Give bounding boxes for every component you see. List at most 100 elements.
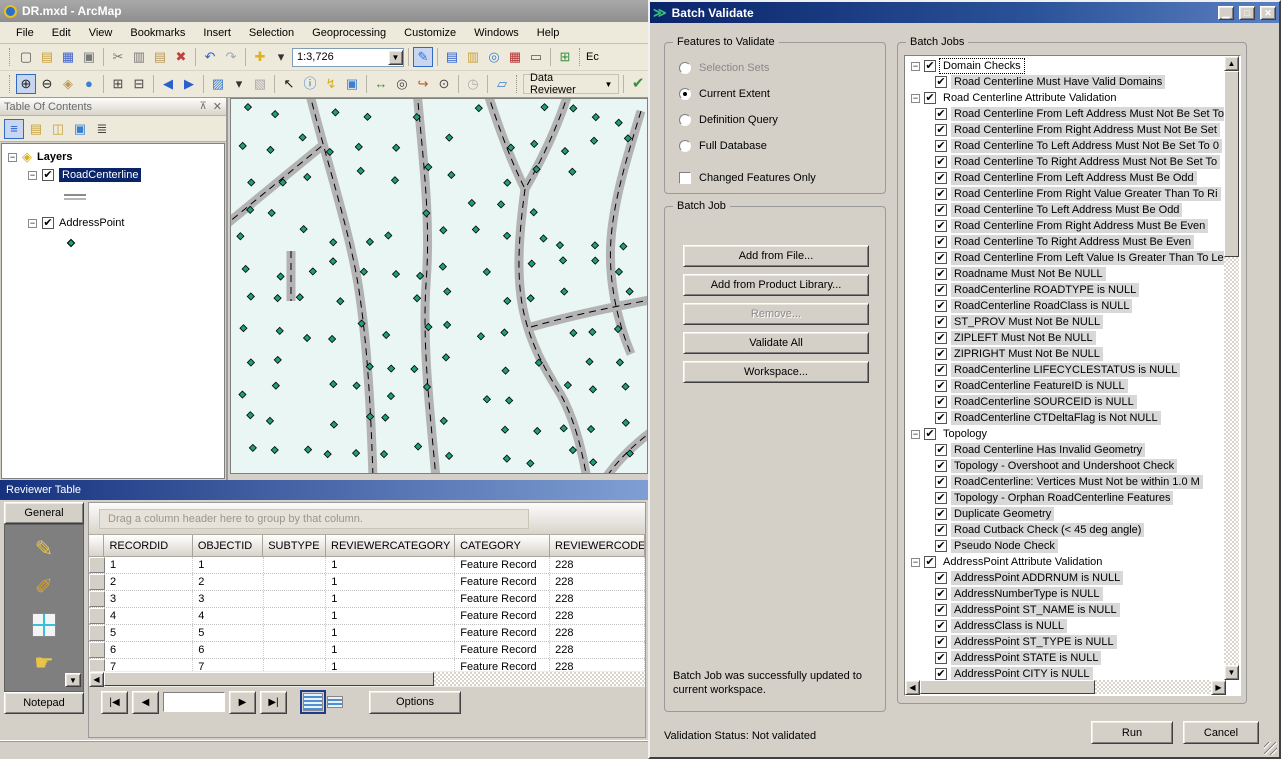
tree-item[interactable]: ✔Road Centerline To Right Address Must N…: [905, 154, 1225, 170]
tree-item-label[interactable]: Pseudo Node Check: [951, 539, 1058, 553]
list-by-source-icon[interactable]: ▤: [26, 119, 46, 139]
tree-item-label[interactable]: RoadCenterline ROADTYPE is NULL: [951, 283, 1139, 297]
maximize-icon[interactable]: □: [1239, 6, 1255, 20]
catalog-icon[interactable]: ▥: [463, 47, 483, 67]
model-builder-icon[interactable]: ⊞: [555, 47, 575, 67]
redo-icon[interactable]: ↷: [221, 47, 241, 67]
python-window-icon[interactable]: ▭: [526, 47, 546, 67]
scroll-left-icon[interactable]: ◀: [905, 680, 920, 695]
brush-icon[interactable]: ✐: [35, 575, 53, 599]
collapse-icon[interactable]: −: [911, 430, 920, 439]
radio-control[interactable]: [679, 62, 691, 74]
column-header-reviewercategory[interactable]: REVIEWERCATEGORY: [326, 535, 455, 557]
tree-item[interactable]: ✔ZIPRIGHT Must Not Be NULL: [905, 346, 1225, 362]
toc-layers-root[interactable]: − ◈ Layers: [2, 148, 224, 166]
grid-icon[interactable]: [32, 613, 56, 637]
tree-item[interactable]: ✔Road Centerline From Left Address Must …: [905, 170, 1225, 186]
identify-icon[interactable]: ⓘ: [300, 74, 320, 94]
menu-bookmarks[interactable]: Bookmarks: [122, 24, 193, 42]
tree-item-checkbox[interactable]: ✔: [935, 492, 947, 504]
menu-help[interactable]: Help: [529, 24, 568, 42]
addresspoint-symbol-row[interactable]: [2, 232, 224, 254]
zoom-out-icon[interactable]: ⊖: [37, 74, 57, 94]
tree-item-label[interactable]: Road Centerline From Left Address Must N…: [951, 107, 1225, 121]
tree-item-label[interactable]: ZIPRIGHT Must Not Be NULL: [951, 347, 1103, 361]
select-elements-icon[interactable]: ↖: [279, 74, 299, 94]
tree-item-checkbox[interactable]: ✔: [935, 316, 947, 328]
copy-icon[interactable]: ▥: [129, 47, 149, 67]
previous-record-button[interactable]: ◀: [132, 691, 159, 714]
collapse-icon[interactable]: −: [911, 558, 920, 567]
tree-item[interactable]: ✔AddressPoint STATE is NULL: [905, 650, 1225, 666]
tree-item-label[interactable]: RoadCenterline: Vertices Must Not be wit…: [951, 475, 1203, 489]
tree-item-label[interactable]: Road Centerline Has Invalid Geometry: [951, 443, 1145, 457]
tree-vertical-scrollbar[interactable]: ▲ ▼: [1224, 56, 1240, 680]
tab-general[interactable]: General: [4, 502, 84, 524]
tree-item-checkbox[interactable]: ✔: [935, 204, 947, 216]
tree-item-checkbox[interactable]: ✔: [935, 540, 947, 552]
undo-icon[interactable]: ↶: [200, 47, 220, 67]
tree-item-label[interactable]: Road Centerline To Left Address Must Not…: [951, 139, 1222, 153]
tree-item[interactable]: ✔Road Centerline From Right Address Must…: [905, 218, 1225, 234]
menu-view[interactable]: View: [81, 24, 121, 42]
column-header-objectid[interactable]: OBJECTID: [193, 535, 263, 557]
pin-icon[interactable]: ⊼: [199, 101, 206, 112]
table-row[interactable]: 221Feature Record228: [89, 574, 645, 591]
toolbox-icon[interactable]: ▦: [505, 47, 525, 67]
tree-item-checkbox[interactable]: ✔: [935, 524, 947, 536]
row-selector[interactable]: [89, 557, 105, 573]
tree-item-label[interactable]: RoadCenterline LIFECYCLESTATUS is NULL: [951, 363, 1180, 377]
layer-visibility-checkbox[interactable]: ✔: [42, 217, 54, 229]
cut-icon[interactable]: ✂: [108, 47, 128, 67]
column-header-recordid[interactable]: RECORDID: [104, 535, 192, 557]
last-record-button[interactable]: ▶|: [260, 691, 287, 714]
tree-item[interactable]: ✔RoadCenterline ROADTYPE is NULL: [905, 282, 1225, 298]
menu-customize[interactable]: Customize: [396, 24, 464, 42]
dialog-title-bar[interactable]: ≫ Batch Validate ▁ □ ✕: [650, 2, 1279, 23]
tree-item-label[interactable]: AddressPoint ADDRNUM is NULL: [951, 571, 1123, 585]
list-by-visibility-icon[interactable]: ◫: [48, 119, 68, 139]
scrollbar-thumb[interactable]: [1224, 71, 1239, 257]
tree-item-label[interactable]: Road Centerline From Right Address Must …: [951, 123, 1220, 137]
viewer-window-icon[interactable]: ▱: [492, 74, 512, 94]
roadcenterline-symbol-row[interactable]: [2, 184, 224, 206]
tree-item-checkbox[interactable]: ✔: [935, 108, 947, 120]
add-from-file-button[interactable]: Add from File...: [683, 245, 869, 267]
tree-item-label[interactable]: Road Centerline To Right Address Must Be…: [951, 235, 1194, 249]
group-by-bar[interactable]: Drag a column header here to group by th…: [89, 503, 645, 535]
collapse-icon[interactable]: −: [28, 219, 37, 228]
radio-control[interactable]: [679, 88, 691, 100]
resize-grip[interactable]: [1264, 742, 1277, 755]
menu-file[interactable]: File: [8, 24, 42, 42]
tree-item-checkbox[interactable]: ✔: [935, 476, 947, 488]
tree-item-label[interactable]: Road Centerline Attribute Validation: [940, 91, 1119, 105]
tree-item-checkbox[interactable]: ✔: [935, 636, 947, 648]
tree-item-label[interactable]: Topology: [940, 427, 990, 441]
tree-item-label[interactable]: Road Centerline To Right Address Must No…: [951, 155, 1220, 169]
collapse-icon[interactable]: −: [8, 153, 17, 162]
tree-item[interactable]: ✔AddressClass is NULL: [905, 618, 1225, 634]
scroll-down-icon[interactable]: ▼: [1224, 665, 1239, 680]
tree-item-checkbox[interactable]: ✔: [935, 172, 947, 184]
tree-item-checkbox[interactable]: ✔: [935, 572, 947, 584]
tree-item-label[interactable]: AddressNumberType is NULL: [951, 587, 1103, 601]
tree-item-checkbox[interactable]: ✔: [935, 300, 947, 312]
column-header-category[interactable]: CATEGORY: [455, 535, 550, 557]
print-icon[interactable]: ▣: [79, 47, 99, 67]
tree-item-label[interactable]: Road Centerline To Left Address Must Be …: [951, 203, 1182, 217]
tree-item[interactable]: ✔RoadCenterline LIFECYCLESTATUS is NULL: [905, 362, 1225, 378]
tree-item[interactable]: ✔Duplicate Geometry: [905, 506, 1225, 522]
tree-item-label[interactable]: AddressPoint ST_TYPE is NULL: [951, 635, 1117, 649]
tree-item-label[interactable]: Duplicate Geometry: [951, 507, 1054, 521]
tree-item[interactable]: ✔AddressNumberType is NULL: [905, 586, 1225, 602]
tree-item-label[interactable]: Road Centerline From Right Value Greater…: [951, 187, 1221, 201]
editor-sketch-icon[interactable]: ✎: [413, 47, 433, 67]
table-row[interactable]: 331Feature Record228: [89, 591, 645, 608]
tree-item-checkbox[interactable]: ✔: [935, 668, 947, 680]
zoom-in-icon[interactable]: ⊕: [16, 74, 36, 94]
dropdown[interactable]: ▾: [229, 74, 249, 94]
tree-item-label[interactable]: Road Centerline From Left Value Is Great…: [951, 251, 1225, 265]
row-selector[interactable]: [89, 574, 105, 590]
tree-item-checkbox[interactable]: ✔: [935, 460, 947, 472]
tree-item[interactable]: ✔ AddressPoint ADDRNUM is NULL: [905, 570, 1225, 586]
